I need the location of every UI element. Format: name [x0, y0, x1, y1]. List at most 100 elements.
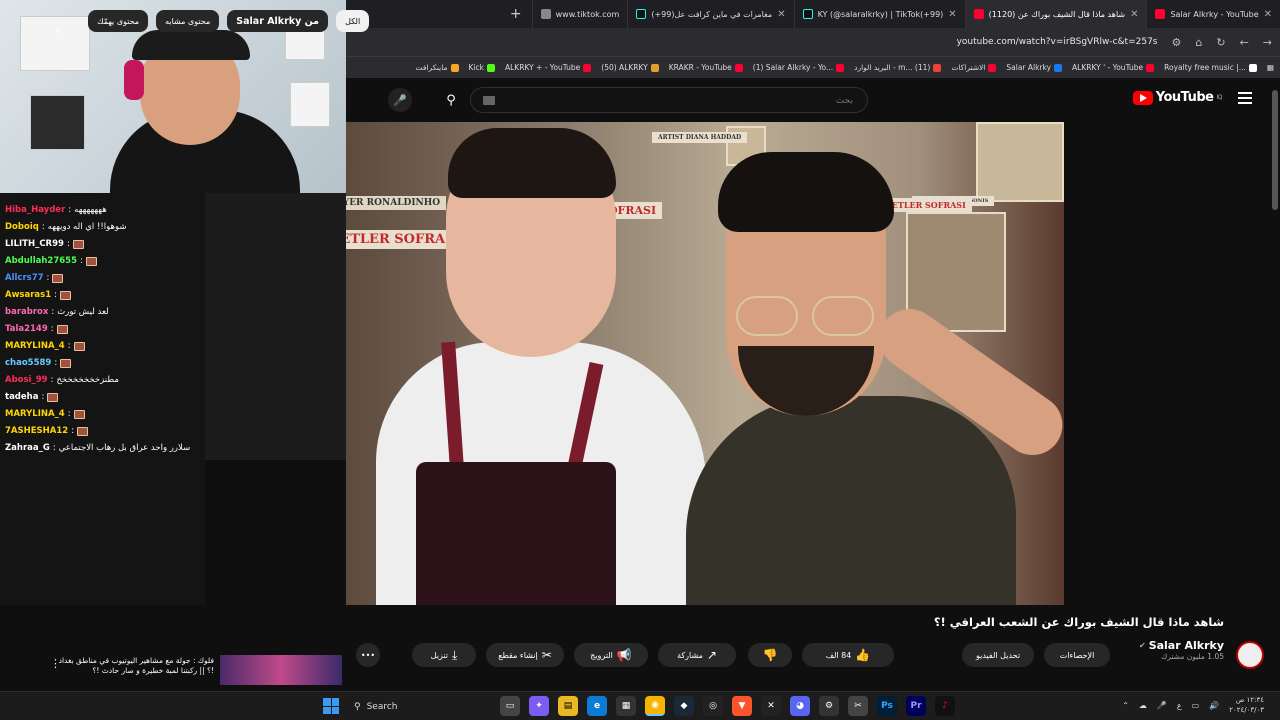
channel-name[interactable]: Salar Alkrky	[1149, 639, 1224, 652]
chip-for-you[interactable]: محتوى يهمّك	[88, 10, 149, 32]
chat-username[interactable]: barabrox	[5, 307, 48, 317]
search-input[interactable]	[471, 89, 867, 113]
edge-icon[interactable]: e	[587, 696, 607, 716]
copilot-icon[interactable]: ✦	[529, 696, 549, 716]
chat-username[interactable]: MARYLINA_4	[5, 409, 65, 419]
back-icon[interactable]: ←	[1240, 36, 1249, 49]
volume-icon[interactable]: 🔊	[1209, 701, 1219, 710]
chevron-left-icon[interactable]: ‹	[56, 24, 61, 39]
bookmark-item[interactable]: ماينكرافت	[416, 63, 459, 72]
chat-username[interactable]: MARYLINA_4	[5, 341, 65, 351]
bookmark-item[interactable]: Kick	[469, 63, 495, 72]
bookmark-item[interactable]: (50) ALKRKY	[601, 63, 659, 72]
store-icon[interactable]: ▦	[616, 696, 636, 716]
url-field[interactable]: youtube.com/watch?v=irBSgVRlw-c&t=257s	[957, 37, 1158, 47]
bookmark-item[interactable]: ALKRKY ' - YouTube	[1072, 63, 1155, 72]
bookmark-item[interactable]: Salar Alkrky	[1006, 63, 1063, 72]
close-icon[interactable]: ✕	[1264, 9, 1272, 20]
close-icon[interactable]: ✕	[948, 9, 956, 20]
like-button[interactable]: 👍 84 الف	[802, 643, 894, 667]
premiere-icon[interactable]: Pr	[906, 696, 926, 716]
close-icon[interactable]: ✕	[777, 9, 785, 20]
video-thumbnail[interactable]	[220, 655, 342, 685]
clip-button[interactable]: ✂ إنشاء مقطع	[486, 643, 564, 667]
more-vertical-icon[interactable]: ⋮	[50, 657, 61, 670]
bookmark-item[interactable]: Royalty free music |...	[1164, 63, 1257, 72]
microphone-icon[interactable]: 🎤	[1157, 701, 1167, 710]
snipping-tool-icon[interactable]: ✂	[848, 696, 868, 716]
chat-username[interactable]: Allcrs77	[5, 273, 44, 283]
chip-all[interactable]: الكل	[336, 10, 370, 32]
youtube-icon	[1155, 9, 1166, 19]
recommended-video[interactable]: فلوك : جولة مع مشاهير اليوتيوب في مناطق …	[46, 655, 342, 685]
edit-video-button[interactable]: تحديل الفيديو	[962, 643, 1034, 667]
youtube-logo[interactable]: YouTube IQ	[1132, 90, 1222, 105]
chat-username[interactable]: Hiba_Hayder	[5, 205, 65, 215]
scrollbar-thumb[interactable]	[1272, 90, 1278, 210]
more-actions-button[interactable]: •••	[356, 643, 380, 667]
photoshop-icon[interactable]: Ps	[877, 696, 897, 716]
home-icon[interactable]: ⌂	[1195, 36, 1202, 49]
video-player[interactable]: FOOTBALL PLAYER RONALDINHO SOFRASI EDENI…	[346, 122, 1064, 605]
channel-avatar[interactable]	[1236, 641, 1264, 669]
bookmark-item[interactable]: الاشتراكات	[951, 63, 997, 72]
search-icon[interactable]: ⚲	[436, 87, 466, 113]
taskbar-search[interactable]: ⚲ Search	[348, 696, 448, 717]
dislike-button[interactable]: 👎	[748, 643, 792, 667]
scrollbar[interactable]	[1272, 80, 1278, 680]
browser-tab-active[interactable]: (1120) شاهد ماذا قال الشيف بوراك عن ✕	[964, 0, 1147, 28]
settings-icon[interactable]: ⚙	[819, 696, 839, 716]
chat-username[interactable]: Tala2149	[5, 324, 48, 334]
browser-tab[interactable]: www.tiktok.com	[531, 0, 628, 28]
channel-info[interactable]: ✔ Salar Alkrky 1.05 مليون مشترك	[1139, 639, 1224, 661]
chat-username[interactable]: 7ASHESHA12	[5, 426, 68, 436]
bookmark-item[interactable]: البريد الوارد - m... (11)	[854, 63, 942, 72]
cloud-icon[interactable]: ☁	[1139, 701, 1147, 710]
language-indicator[interactable]: ع	[1177, 701, 1182, 710]
steam-icon[interactable]: ◆	[674, 696, 694, 716]
chat-username[interactable]: tadeha	[5, 392, 38, 402]
chat-username[interactable]: LILITH_CR99	[5, 239, 64, 249]
chip-related[interactable]: محتوى مشابه	[156, 10, 220, 32]
site-settings-icon[interactable]: ⚙	[1171, 36, 1181, 49]
bookmark-item[interactable]: ALKRKY + - YouTube	[505, 63, 592, 72]
forward-icon[interactable]: →	[1263, 36, 1272, 49]
discord-icon[interactable]: ◕	[790, 696, 810, 716]
task-view-icon[interactable]: ▭	[500, 696, 520, 716]
download-button[interactable]: ⤓ تنزيل	[412, 643, 476, 667]
chat-username[interactable]: Abdullah27655	[5, 256, 77, 266]
chevron-up-icon[interactable]: ⌃	[1122, 701, 1129, 710]
chat-username[interactable]: Doboiq	[5, 222, 39, 232]
bookmark-item[interactable]: KRAKR - YouTube	[669, 63, 743, 72]
browser-tab[interactable]: Salar Alkrky - YouTube ✕	[1146, 0, 1280, 28]
microphone-icon[interactable]: 🎤	[388, 88, 412, 112]
capcut-icon[interactable]: ✕	[761, 696, 781, 716]
network-icon[interactable]: ▭	[1192, 701, 1200, 710]
windows-start-icon[interactable]	[323, 698, 339, 714]
chat-username[interactable]: chao5589	[5, 358, 51, 368]
bookmark-item[interactable]: (1) Salar Alkrky - Yo...	[753, 63, 845, 72]
file-explorer-icon[interactable]: ▤	[558, 696, 578, 716]
chip-from-channel[interactable]: من Salar Alkrky	[227, 10, 329, 32]
brave-icon[interactable]: ▼	[732, 696, 752, 716]
reload-icon[interactable]: ↻	[1216, 36, 1225, 49]
tiktok-icon[interactable]: ♪	[935, 696, 955, 716]
chat-username[interactable]: Abosi_99	[5, 375, 48, 385]
stats-button[interactable]: الإحصاءات	[1044, 643, 1110, 667]
browser-tab[interactable]: KY (@salaralkrky) | TikTok(+99) ✕	[793, 0, 965, 28]
close-icon[interactable]: ✕	[1130, 9, 1138, 20]
share-button[interactable]: ↗ مشاركة	[658, 643, 736, 667]
recommended-title[interactable]: فلوك : جولة مع مشاهير اليوتيوب في مناطق …	[54, 656, 214, 676]
apps-grid-icon[interactable]: ▦	[1267, 63, 1274, 72]
keyboard-icon[interactable]	[483, 96, 495, 105]
clock[interactable]: ١٢:٣٤ ص ٢٠٢٤/٠٣/٠٣	[1229, 695, 1264, 715]
obs-icon[interactable]: ◎	[703, 696, 723, 716]
browser-tab[interactable]: (+99)مغامرات في ماين كرافت عل ✕	[627, 0, 793, 28]
chat-username[interactable]: Awsaras1	[5, 290, 51, 300]
chrome-icon[interactable]: ◉	[645, 696, 665, 716]
promote-button[interactable]: 📢 الترويج	[574, 643, 648, 667]
chat-message: Abosi_99: مطنزخخخخخخخخ	[5, 375, 119, 385]
hamburger-menu-icon[interactable]	[1238, 92, 1252, 104]
new-tab-button[interactable]: +	[500, 6, 532, 22]
chat-username[interactable]: Zahraa_G	[5, 443, 50, 453]
